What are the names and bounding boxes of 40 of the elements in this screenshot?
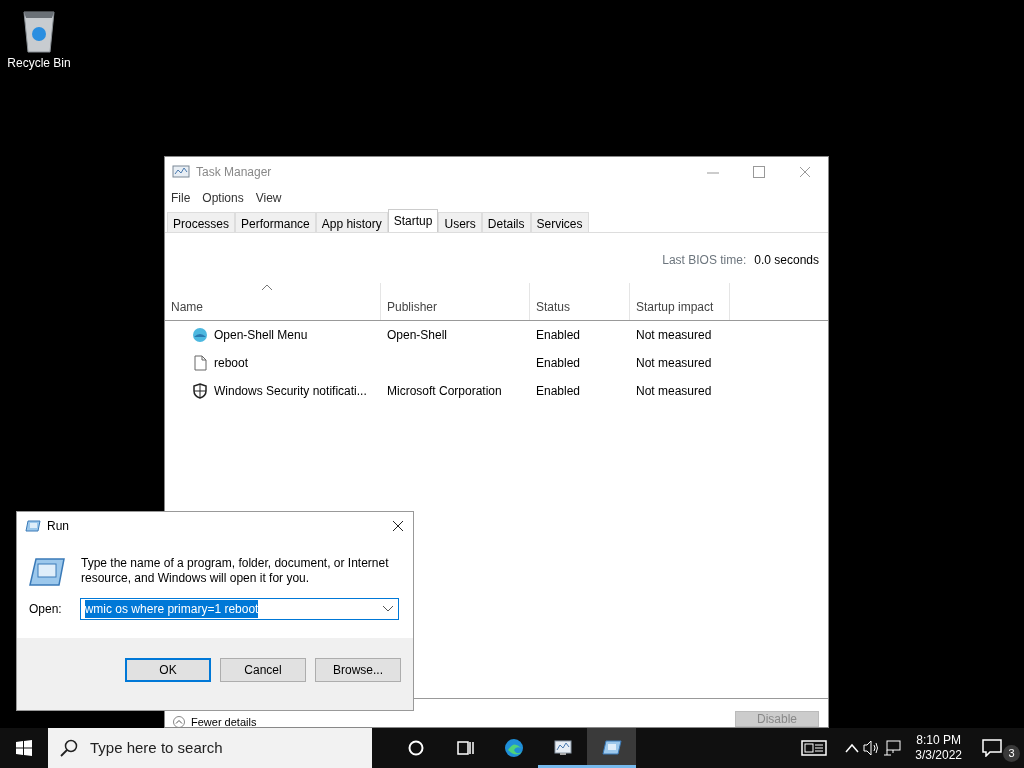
menu-item[interactable]: File	[171, 189, 191, 207]
tab[interactable]: Details	[481, 212, 531, 232]
instruction-text: Type the name of a program, folder, document, or Internet resource, and Windows will open it for you.	[81, 556, 390, 587]
menu-item[interactable]: Options	[202, 189, 244, 207]
table-cell-text: Enabled	[535, 383, 581, 400]
search-box[interactable]: Type here to search	[48, 728, 372, 768]
tab[interactable]: Services	[530, 212, 589, 232]
tab[interactable]: Users	[438, 212, 482, 232]
table-cell-text: Not measured	[635, 355, 712, 372]
column-header[interactable]: Startup impact	[636, 298, 714, 316]
notification-badge: 3	[1003, 745, 1020, 762]
menu-item[interactable]: View	[255, 189, 282, 207]
fewer-details-link[interactable]: Fewer details	[173, 716, 257, 728]
command-combo-box[interactable]: wmic os where primary=1 reboot	[79, 598, 399, 620]
dialog-title: Run	[47, 518, 69, 535]
bios-time-label: Last BIOS time:	[662, 252, 747, 269]
table-cell-text: Enabled	[535, 327, 581, 344]
dialog-button[interactable]: Cancel	[220, 658, 306, 682]
table-cell-text: Windows Security notificati...	[214, 383, 367, 400]
dialog-button[interactable]: Browse...	[315, 658, 401, 682]
bios-time-value: 0.0 seconds	[754, 252, 819, 269]
table-cell-text: Enabled	[535, 355, 581, 372]
table-cell-text: Not measured	[635, 327, 712, 344]
icon-label: Recycle Bin	[7, 56, 71, 70]
table-cell-text: Open-Shell Menu	[214, 327, 308, 344]
table-cell-text: Microsoft Corporation	[386, 383, 502, 400]
table-cell-text: Not measured	[635, 383, 712, 400]
tab[interactable]: App history	[315, 212, 388, 232]
table-cell-text: reboot	[214, 355, 249, 372]
tab[interactable]: Performance	[235, 212, 316, 232]
column-header[interactable]: Name	[171, 298, 203, 316]
clock[interactable]: 8:10 PM 3/3/2022	[907, 733, 970, 763]
column-header[interactable]: Publisher	[387, 298, 438, 316]
table-cell-text: Open-Shell	[386, 327, 448, 344]
tab[interactable]: Processes	[167, 212, 236, 232]
tab[interactable]: Startup	[387, 209, 439, 232]
dialog-button[interactable]: OK	[125, 658, 211, 682]
window-title: Task Manager	[196, 164, 272, 181]
column-header[interactable]: Status	[536, 298, 571, 316]
field-label: Open:	[29, 601, 62, 618]
